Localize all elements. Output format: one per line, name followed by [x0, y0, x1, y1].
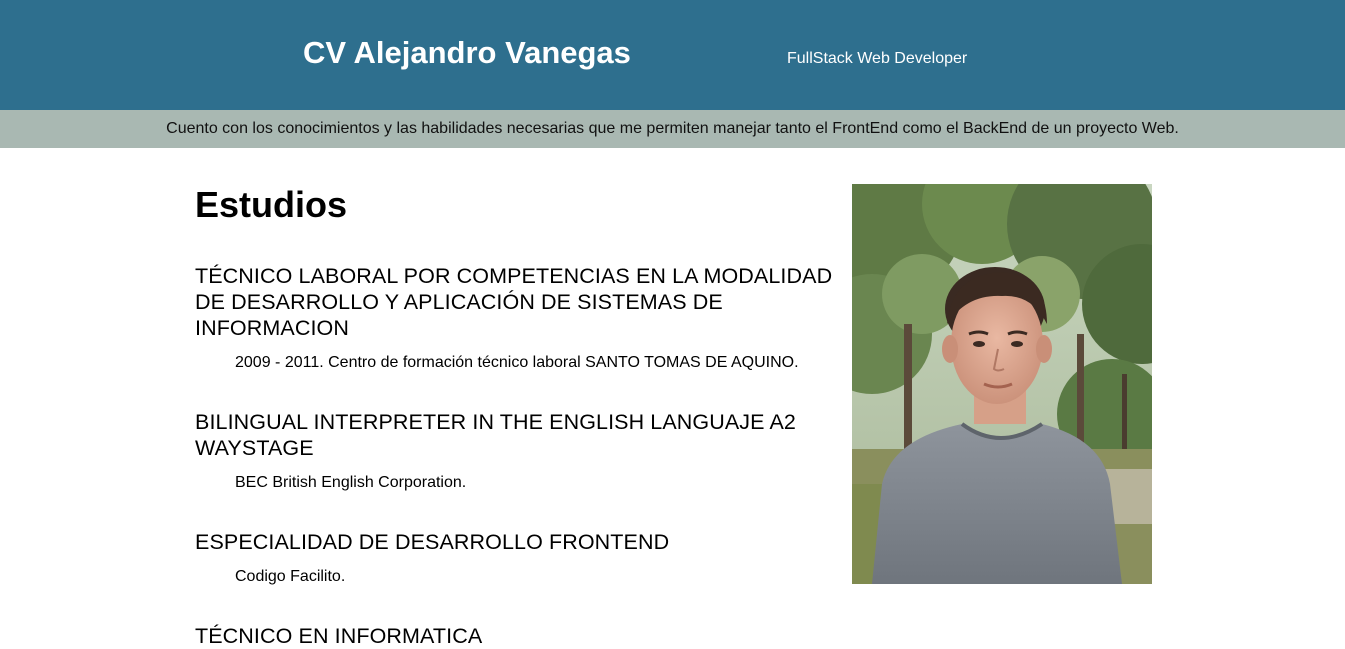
page-title: CV Alejandro Vanegas	[303, 35, 631, 70]
study-detail: 2009 - 2011. Centro de formación técnico…	[235, 354, 799, 371]
study-title: BILINGUAL INTERPRETER IN THE ENGLISH LAN…	[195, 410, 796, 460]
studies-heading: Estudios	[195, 184, 348, 225]
studies-section: Estudios TÉCNICO LABORAL POR COMPETENCIA…	[195, 184, 845, 649]
profile-photo-image	[852, 184, 1152, 584]
study-item: BILINGUAL INTERPRETER IN THE ENGLISH LAN…	[195, 409, 845, 493]
summary-bar: Cuento con los conocimientos y las habil…	[0, 110, 1345, 148]
profile-photo	[852, 184, 1152, 584]
job-title: FullStack Web Developer	[787, 50, 968, 67]
study-item: TÉCNICO LABORAL POR COMPETENCIAS EN LA M…	[195, 263, 845, 373]
page-header: CV Alejandro Vanegas FullStack Web Devel…	[0, 0, 1345, 110]
study-title: TÉCNICO EN INFORMATICA	[195, 624, 483, 648]
study-detail: BEC British English Corporation.	[235, 474, 467, 491]
study-title: TÉCNICO LABORAL POR COMPETENCIAS EN LA M…	[195, 264, 833, 340]
summary-text: Cuento con los conocimientos y las habil…	[166, 120, 1179, 137]
study-title: ESPECIALIDAD DE DESARROLLO FRONTEND	[195, 530, 670, 554]
study-item: TÉCNICO EN INFORMATICA	[195, 623, 845, 649]
study-item: ESPECIALIDAD DE DESARROLLO FRONTEND Codi…	[195, 529, 845, 587]
study-detail: Codigo Facilito.	[235, 568, 346, 585]
